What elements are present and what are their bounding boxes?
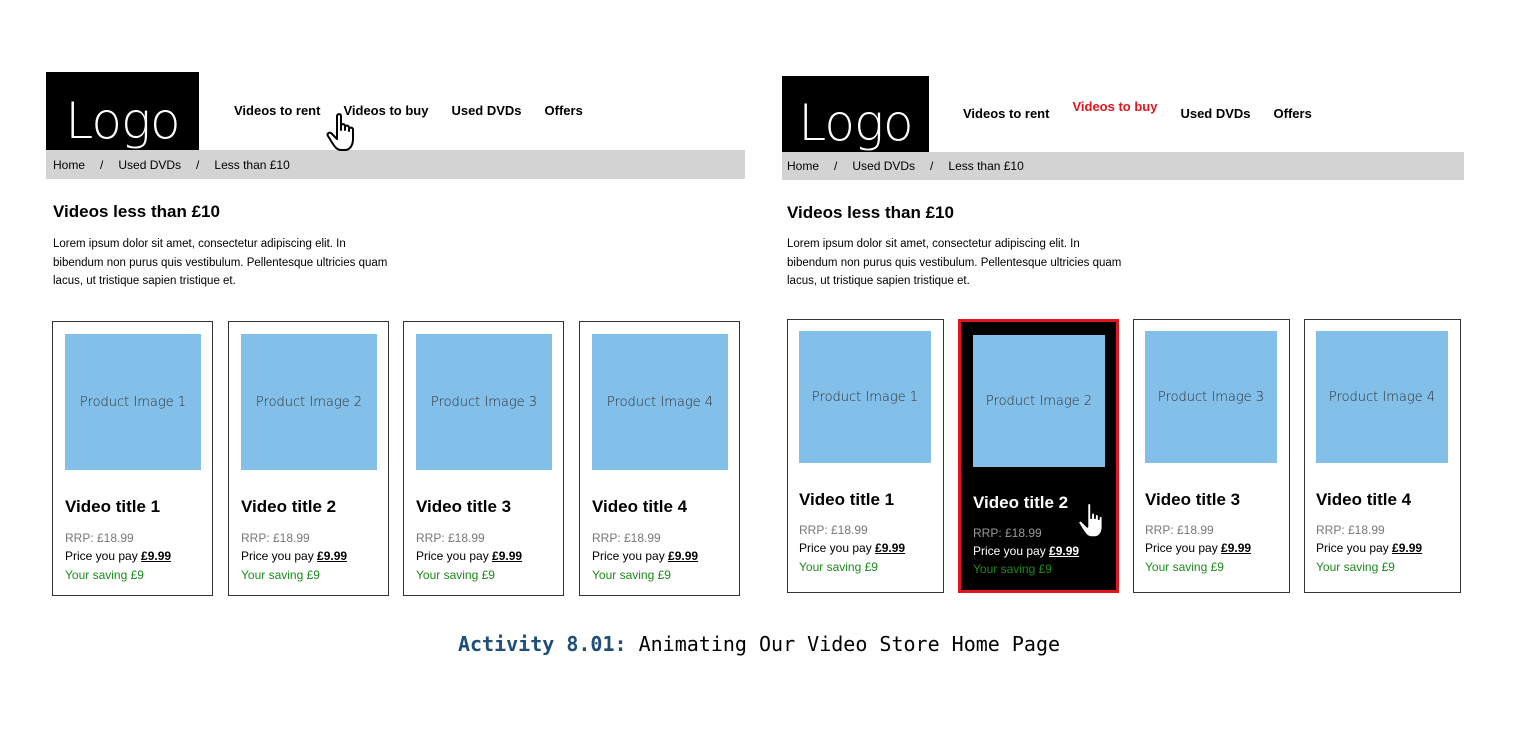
page-default-state: Logo Videos to rent Videos to buy Used D… <box>46 0 746 620</box>
breadcrumb-current: Less than £10 <box>214 157 290 172</box>
product-saving: Your saving £9 <box>416 568 495 582</box>
breadcrumb-home[interactable]: Home <box>787 159 819 173</box>
product-price: Price you pay £9.99 <box>65 549 172 563</box>
product-title: Video title 1 <box>799 490 895 509</box>
breadcrumb-separator: / <box>834 159 838 173</box>
page-title: Videos less than £10 <box>53 202 220 221</box>
page-title: Videos less than £10 <box>787 203 954 222</box>
hand-pointer-icon <box>1077 502 1104 539</box>
product-rrp: RRP: £18.99 <box>416 531 485 545</box>
product-rrp: RRP: £18.99 <box>1316 523 1385 537</box>
product-saving: Your saving £9 <box>241 568 320 582</box>
page-hover-state: Logo Videos to rent Videos to buy Used D… <box>782 0 1464 620</box>
product-saving: Your saving £9 <box>973 562 1052 576</box>
nav-videos-to-rent[interactable]: Videos to rent <box>234 103 320 118</box>
product-image: Product Image 1 <box>799 331 931 463</box>
caption-text: Animating Our Video Store Home Page <box>638 632 1061 656</box>
product-image: Product Image 3 <box>1145 331 1277 463</box>
product-card-2-hovered[interactable]: Product Image 2 Video title 2 RRP: £18.9… <box>958 319 1119 593</box>
figure-caption: Activity 8.01: Animating Our Video Store… <box>0 632 1518 656</box>
product-title: Video title 2 <box>973 493 1069 512</box>
product-price: Price you pay £9.99 <box>1316 541 1423 555</box>
product-saving: Your saving £9 <box>1316 560 1395 574</box>
main-nav: Videos to rent Videos to buy Used DVDs O… <box>234 103 606 118</box>
product-image: Product Image 2 <box>241 334 377 470</box>
product-title: Video title 2 <box>241 497 337 516</box>
logo[interactable]: Logo <box>782 76 929 152</box>
breadcrumb-home[interactable]: Home <box>53 158 85 172</box>
main-nav: Videos to rent Videos to buy Used DVDs O… <box>963 99 1335 121</box>
product-rrp: RRP: £18.99 <box>65 531 134 545</box>
product-title: Video title 4 <box>592 497 688 516</box>
product-rrp: RRP: £18.99 <box>973 526 1042 540</box>
product-image: Product Image 4 <box>592 334 728 470</box>
breadcrumb: Home / Used DVDs / Less than £10 <box>782 152 1464 180</box>
nav-offers[interactable]: Offers <box>1274 106 1312 121</box>
breadcrumb-separator: / <box>930 159 934 173</box>
product-card-4[interactable]: Product Image 4 Video title 4 RRP: £18.9… <box>579 321 740 596</box>
product-rrp: RRP: £18.99 <box>592 531 661 545</box>
logo[interactable]: Logo <box>46 72 199 150</box>
product-saving: Your saving £9 <box>1145 560 1224 574</box>
product-image: Product Image 4 <box>1316 331 1448 463</box>
product-price: Price you pay £9.99 <box>1145 541 1252 555</box>
nav-used-dvds[interactable]: Used DVDs <box>1180 106 1250 121</box>
product-price: Price you pay £9.99 <box>973 544 1080 558</box>
page-description: Lorem ipsum dolor sit amet, consectetur … <box>53 238 388 287</box>
product-card-1[interactable]: Product Image 1 Video title 1 RRP: £18.9… <box>787 319 944 593</box>
breadcrumb-used-dvds[interactable]: Used DVDs <box>852 159 915 173</box>
product-image: Product Image 2 <box>973 335 1105 467</box>
breadcrumb-separator: / <box>100 157 104 172</box>
product-title: Video title 3 <box>416 497 512 516</box>
product-image: Product Image 1 <box>65 334 201 470</box>
product-title: Video title 4 <box>1316 490 1412 509</box>
product-image: Product Image 3 <box>416 334 552 470</box>
product-card-2[interactable]: Product Image 2 Video title 2 RRP: £18.9… <box>228 321 389 596</box>
breadcrumb: Home / Used DVDs / Less than £10 <box>46 150 745 179</box>
product-card-1[interactable]: Product Image 1 Video title 1 RRP: £18.9… <box>52 321 213 596</box>
nav-offers[interactable]: Offers <box>545 103 583 118</box>
product-price: Price you pay £9.99 <box>241 549 348 563</box>
product-saving: Your saving £9 <box>65 568 144 582</box>
hand-pointer-icon <box>326 113 354 151</box>
product-saving: Your saving £9 <box>799 560 878 574</box>
product-card-4[interactable]: Product Image 4 Video title 4 RRP: £18.9… <box>1304 319 1461 593</box>
product-card-3[interactable]: Product Image 3 Video title 3 RRP: £18.9… <box>1133 319 1290 593</box>
product-title: Video title 3 <box>1145 490 1241 509</box>
product-rrp: RRP: £18.99 <box>1145 523 1214 537</box>
product-card-3[interactable]: Product Image 3 Video title 3 RRP: £18.9… <box>403 321 564 596</box>
product-saving: Your saving £9 <box>592 568 671 582</box>
product-price: Price you pay £9.99 <box>416 549 523 563</box>
caption-label: Activity 8.01: <box>457 632 627 656</box>
breadcrumb-used-dvds[interactable]: Used DVDs <box>118 158 181 172</box>
product-rrp: RRP: £18.99 <box>241 531 310 545</box>
nav-used-dvds[interactable]: Used DVDs <box>451 103 521 118</box>
nav-videos-to-buy-hovered[interactable]: Videos to buy <box>1072 99 1157 114</box>
product-title: Video title 1 <box>65 497 161 516</box>
breadcrumb-current: Less than £10 <box>948 159 1024 173</box>
product-price: Price you pay £9.99 <box>799 541 906 555</box>
page-description: Lorem ipsum dolor sit amet, consectetur … <box>787 238 1122 287</box>
product-rrp: RRP: £18.99 <box>799 523 868 537</box>
nav-videos-to-rent[interactable]: Videos to rent <box>963 106 1049 121</box>
breadcrumb-separator: / <box>196 157 200 172</box>
product-price: Price you pay £9.99 <box>592 549 699 563</box>
